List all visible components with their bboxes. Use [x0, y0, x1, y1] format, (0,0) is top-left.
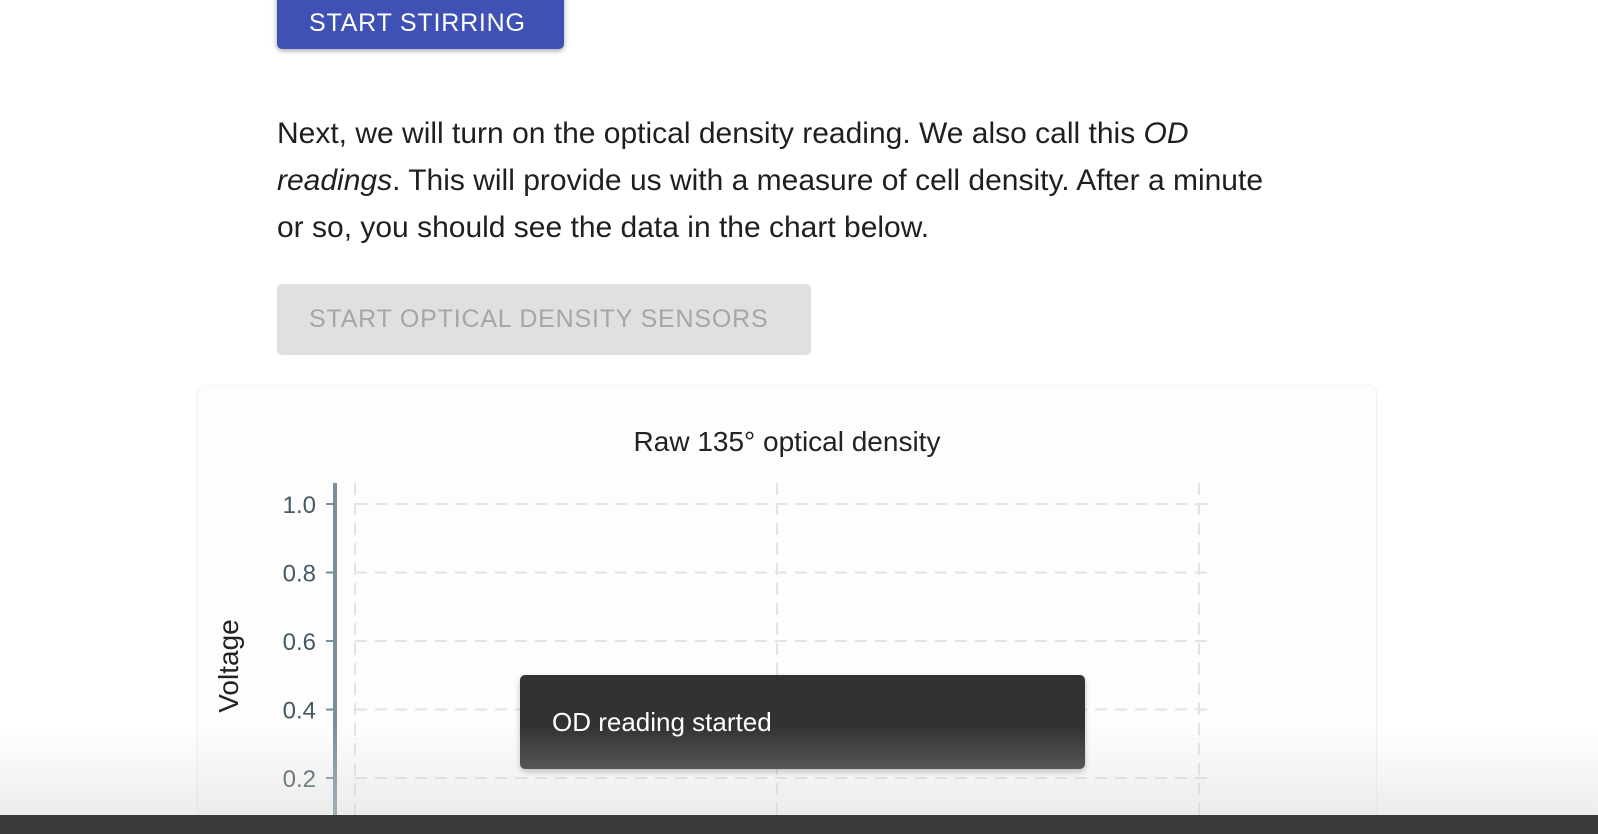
y-tick-labels: 1.0 0.8 0.6 0.4 0.2	[283, 492, 316, 793]
window-bottom-edge	[0, 815, 1598, 834]
y-tick-label: 0.8	[283, 561, 316, 588]
y-tick-label: 0.6	[283, 629, 316, 656]
snackbar-notification: OD reading started	[520, 675, 1085, 769]
y-tick-label: 1.0	[283, 492, 316, 519]
y-axis-label: Voltage	[213, 619, 244, 712]
snackbar-message: OD reading started	[552, 706, 772, 737]
page: START STIRRING Next, we will turn on the…	[0, 0, 1598, 834]
y-axis	[326, 483, 337, 834]
y-tick-label: 0.4	[283, 698, 316, 725]
y-tick-label: 0.2	[283, 766, 316, 793]
chart-grid	[354, 483, 1210, 834]
